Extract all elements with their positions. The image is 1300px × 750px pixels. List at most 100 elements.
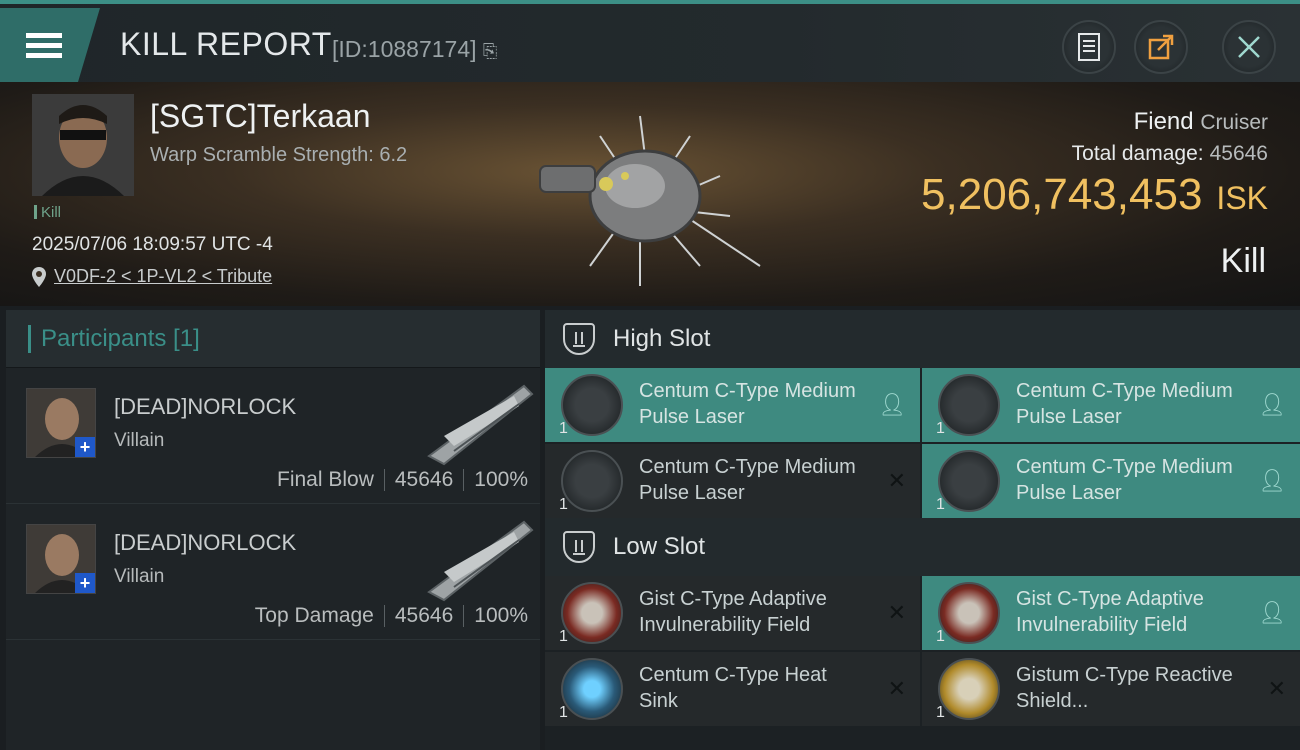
item-quantity: 1 (559, 704, 568, 721)
location-link[interactable]: V0DF-2 < 1P-VL2 < Tribute (32, 266, 272, 287)
item-name: Centum C-Type Medium Pulse Laser (639, 456, 856, 504)
pulse-laser-icon (938, 450, 1000, 512)
fitting-item[interactable]: 1 Centum C-Type Medium Pulse Laser 👤︎ (545, 368, 920, 442)
plus-icon: + (75, 437, 95, 457)
kill-id: [ID:10887174] ⎘ (332, 36, 498, 62)
close-icon (1238, 36, 1260, 58)
high-slot-header: High Slot (545, 310, 1300, 368)
pulse-laser-icon (561, 450, 623, 512)
isk-unit: ISK (1216, 180, 1268, 216)
participant-avatar[interactable]: + (26, 388, 96, 458)
ship-class: Cruiser (1200, 111, 1268, 134)
item-quantity: 1 (936, 496, 945, 513)
item-name: Centum C-Type Medium Pulse Laser (639, 380, 856, 428)
item-name: Centum C-Type Heat Sink (639, 664, 827, 712)
item-name: Centum C-Type Medium Pulse Laser (1016, 380, 1233, 428)
destroyed-x-icon: ✕ (887, 468, 906, 493)
fitting-item[interactable]: 1 Centum C-Type Medium Pulse Laser 👤︎ (922, 444, 1300, 518)
ship-name: Fiend (1133, 108, 1194, 135)
person-icon: 👤︎ (1258, 468, 1286, 493)
fitting-item[interactable]: 1 Gistum C-Type Reactive Shield... ✕ (922, 652, 1300, 726)
person-icon: 👤︎ (878, 392, 906, 417)
participant-row[interactable]: + [DEAD]NORLOCK Villain Final Blow 45646… (6, 368, 540, 504)
total-damage-value: 45646 (1209, 142, 1268, 165)
shield-module-icon (938, 582, 1000, 644)
clipboard-icon (1078, 33, 1100, 61)
fitting-item[interactable]: 1 Centum C-Type Medium Pulse Laser 👤︎ (922, 368, 1300, 442)
victim-name[interactable]: [SGTC]Terkaan (150, 98, 371, 135)
item-name: Gistum C-Type Reactive Shield... (1016, 664, 1233, 712)
destroyed-x-icon: ✕ (1267, 676, 1286, 701)
participant-corp: Villain (114, 566, 165, 587)
low-slot-grid: 1 Gist C-Type Adaptive Invulnerability F… (545, 576, 1300, 726)
participant-corp: Villain (114, 430, 165, 451)
participant-stats: Final Blow 45646 100% (277, 468, 528, 492)
low-slot-label: Low Slot (613, 533, 706, 560)
low-slot-icon (563, 531, 595, 563)
item-name: Gist C-Type Adaptive Invulnerability Fie… (639, 588, 827, 636)
person-icon: 👤︎ (1258, 600, 1286, 625)
low-slot-header: Low Slot (545, 518, 1300, 576)
fitting-item[interactable]: 1 Gist C-Type Adaptive Invulnerability F… (545, 576, 920, 650)
share-icon (1148, 34, 1174, 60)
destroyed-x-icon: ✕ (887, 676, 906, 701)
participant-row[interactable]: + [DEAD]NORLOCK Villain Top Damage 45646… (6, 504, 540, 640)
participant-name: [DEAD]NORLOCK (114, 530, 297, 555)
plus-icon: + (75, 573, 95, 593)
pulse-laser-icon (561, 374, 623, 436)
participant-name: [DEAD]NORLOCK (114, 394, 297, 419)
participant-percent: 100% (474, 468, 528, 491)
menu-button[interactable] (0, 8, 100, 82)
participants-panel: Participants [1] + [DEAD]NORLOCK Villain… (6, 310, 540, 750)
copy-icon[interactable]: ⎘ (483, 41, 497, 61)
location-pin-icon (32, 266, 46, 287)
item-quantity: 1 (559, 628, 568, 645)
high-slot-label: High Slot (613, 325, 711, 352)
divider (463, 469, 465, 491)
share-button[interactable] (1134, 20, 1188, 74)
participant-stats: Top Damage 45646 100% (255, 604, 528, 628)
fitting-panel: High Slot 1 Centum C-Type Medium Pulse L… (545, 310, 1300, 750)
item-quantity: 1 (936, 420, 945, 437)
hamburger-icon (26, 28, 62, 63)
participant-role: Top Damage (254, 604, 374, 627)
divider (383, 469, 385, 491)
participant-ship-image (427, 520, 534, 602)
divider (463, 605, 465, 627)
fitting-item[interactable]: 1 Centum C-Type Medium Pulse Laser ✕ (545, 444, 920, 518)
report-button[interactable] (1062, 20, 1116, 74)
top-bar: KILL REPORT [ID:10887174] ⎘ (0, 0, 1300, 82)
kill-result: Kill (1220, 242, 1266, 280)
participant-percent: 100% (474, 604, 528, 627)
kill-tag: Kill (34, 204, 61, 221)
page-title: KILL REPORT (120, 26, 332, 62)
item-quantity: 1 (559, 496, 568, 513)
close-button[interactable] (1222, 20, 1276, 74)
warp-scramble-strength: Warp Scramble Strength: 6.2 (150, 144, 408, 166)
high-slot-icon (563, 323, 595, 355)
item-name: Gist C-Type Adaptive Invulnerability Fie… (1016, 588, 1204, 636)
fitting-item[interactable]: 1 Centum C-Type Heat Sink ✕ (545, 652, 920, 726)
participant-ship-image (427, 384, 534, 466)
divider (383, 605, 385, 627)
ship-type: Fiend Cruiser (1134, 108, 1268, 136)
reactive-shield-icon (938, 658, 1000, 720)
item-quantity: 1 (936, 704, 945, 721)
destroyed-x-icon: ✕ (887, 600, 906, 625)
item-name: Centum C-Type Medium Pulse Laser (1016, 456, 1233, 504)
participants-header[interactable]: Participants [1] (6, 310, 540, 368)
pulse-laser-icon (938, 374, 1000, 436)
victim-portrait[interactable] (32, 94, 134, 196)
person-icon: 👤︎ (1258, 392, 1286, 417)
victim-ship-image[interactable] (520, 96, 770, 296)
fitting-item[interactable]: 1 Gist C-Type Adaptive Invulnerability F… (922, 576, 1300, 650)
isk-value: 5,206,743,453 ISK (921, 170, 1268, 219)
shield-module-icon (561, 582, 623, 644)
high-slot-grid: 1 Centum C-Type Medium Pulse Laser 👤︎ 1 … (545, 368, 1300, 518)
participant-damage: 45646 (394, 468, 454, 491)
location-text[interactable]: V0DF-2 < 1P-VL2 < Tribute (54, 266, 272, 287)
kill-datetime: 2025/07/06 18:09:57 UTC -4 (32, 234, 273, 255)
participant-avatar[interactable]: + (26, 524, 96, 594)
participant-role: Final Blow (277, 468, 374, 491)
heat-sink-icon (561, 658, 623, 720)
